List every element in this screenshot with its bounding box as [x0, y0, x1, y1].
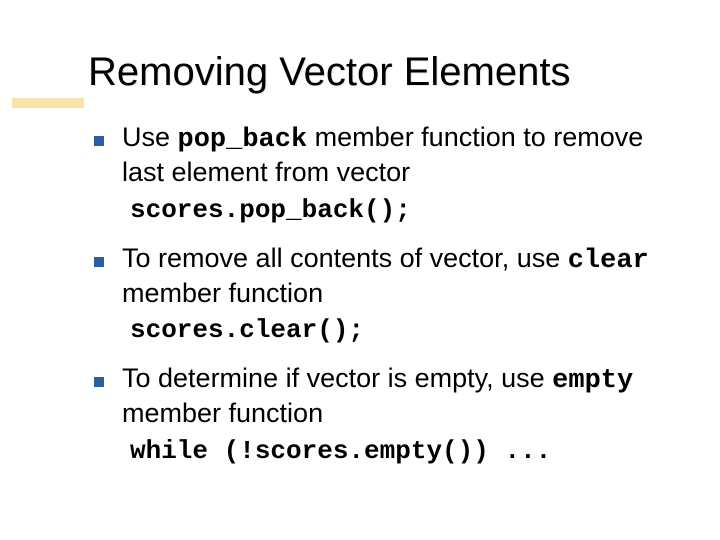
bullet-text-post: member function: [122, 278, 323, 308]
page-title: Removing Vector Elements: [88, 50, 660, 94]
keyword: empty: [552, 366, 633, 396]
slide: Removing Vector Elements Use pop_back me…: [0, 0, 720, 540]
bullet-list: To remove all contents of vector, use cl…: [90, 243, 660, 310]
accent-bar: [12, 98, 84, 108]
keyword: clear: [568, 246, 649, 276]
bullet-text-pre: To remove all contents of vector, use: [122, 243, 568, 273]
code-line: scores.clear();: [130, 315, 660, 345]
code-line: while (!scores.empty()) ...: [130, 436, 660, 466]
list-item: Use pop_back member function to remove l…: [90, 122, 660, 189]
keyword: pop_back: [178, 125, 308, 155]
bullet-list: Use pop_back member function to remove l…: [90, 122, 660, 189]
bullet-text-post: member function: [122, 398, 323, 428]
list-item: To remove all contents of vector, use cl…: [90, 243, 660, 310]
code-line: scores.pop_back();: [130, 195, 660, 225]
bullet-list: To determine if vector is empty, use emp…: [90, 363, 660, 430]
bullet-text-pre: Use: [122, 122, 178, 152]
list-item: To determine if vector is empty, use emp…: [90, 363, 660, 430]
bullet-text-pre: To determine if vector is empty, use: [122, 363, 552, 393]
